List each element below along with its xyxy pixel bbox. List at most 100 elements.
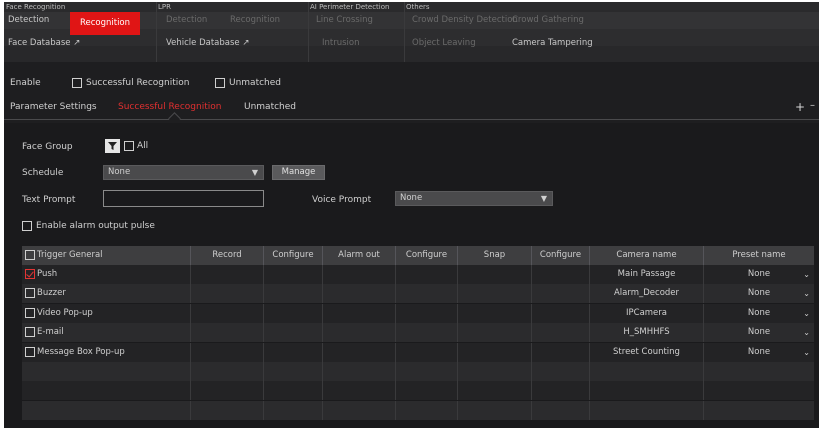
preset-name-cell[interactable]: None ⌄ <box>704 304 814 323</box>
menu-line-crossing[interactable]: Line Crossing <box>312 12 377 29</box>
menu-crowd-density[interactable]: Crowd Density Detection <box>408 12 522 29</box>
alarm-pulse-checkbox[interactable] <box>22 221 32 231</box>
trigger-checkbox[interactable] <box>25 327 35 338</box>
table-row-empty <box>22 400 814 420</box>
configure-cell <box>532 303 590 323</box>
header-alarm-out: Alarm out <box>323 246 396 265</box>
alarm-out-cell <box>323 265 396 284</box>
configure-cell <box>532 381 590 401</box>
all-checkbox[interactable] <box>124 141 134 151</box>
configure-cell <box>264 323 323 343</box>
tab-parameter-settings[interactable]: Parameter Settings <box>10 102 97 112</box>
camera-name-cell: Main Passage <box>590 265 704 284</box>
trigger-cell: Video Pop-up <box>22 303 191 323</box>
record-cell <box>191 323 264 343</box>
trigger-checkbox[interactable] <box>25 269 35 279</box>
preset-name-cell[interactable]: None ⌄ <box>704 284 814 303</box>
trigger-checkbox[interactable] <box>25 307 35 318</box>
all-label: All <box>137 141 149 151</box>
schedule-select[interactable]: None ▼ <box>103 165 264 180</box>
menu-vehicle-database[interactable]: Vehicle Database ↗ <box>162 35 254 52</box>
table-row: Buzzer Alarm_Decoder None ⌄ <box>22 284 814 304</box>
menu-object-leaving[interactable]: Object Leaving <box>408 35 480 52</box>
trigger-cell <box>22 400 191 420</box>
preset-name-cell[interactable]: None ⌄ <box>704 343 814 362</box>
record-cell <box>191 362 264 381</box>
menu-camera-tampering[interactable]: Camera Tampering <box>508 35 597 52</box>
camera-name-cell: IPCamera <box>590 303 704 323</box>
trigger-label: Buzzer <box>37 288 66 299</box>
preset-value: None <box>747 327 771 338</box>
trigger-checkbox[interactable] <box>25 288 35 299</box>
preset-name-cell[interactable]: None ⌄ <box>704 265 814 284</box>
table-row-empty <box>22 381 814 401</box>
menu-lpr-detection[interactable]: Detection <box>162 12 211 29</box>
menu-group-others: Others <box>404 2 819 62</box>
voice-prompt-select[interactable]: None ▼ <box>395 191 553 206</box>
external-link-icon: ↗ <box>73 38 81 48</box>
menu-crowd-gathering[interactable]: Crowd Gathering <box>508 12 588 29</box>
configure-cell <box>264 400 323 420</box>
preset-name-cell <box>704 362 814 381</box>
alarm-out-cell <box>323 381 396 401</box>
unmatched-checkbox[interactable] <box>215 78 225 88</box>
menu-intrusion[interactable]: Intrusion <box>318 35 364 52</box>
select-all-checkbox[interactable] <box>25 250 35 260</box>
header-trigger-general-label: Trigger General <box>37 250 103 260</box>
trigger-table: Trigger General Record Configure Alarm o… <box>22 246 814 426</box>
external-link-icon: ↗ <box>242 38 250 48</box>
snap-cell <box>458 362 532 381</box>
unmatched-label: Unmatched <box>229 78 282 88</box>
preset-value: None <box>747 307 771 318</box>
camera-name-cell: Alarm_Decoder <box>590 284 704 304</box>
successful-recognition-label: Successful Recognition <box>86 78 190 88</box>
tab-successful-recognition[interactable]: Successful Recognition <box>118 102 221 112</box>
voice-prompt-value: None <box>400 193 423 203</box>
configure-cell <box>264 303 323 323</box>
menu-group-title: AI Perimeter Detection <box>310 3 390 11</box>
menu-lpr-recognition[interactable]: Recognition <box>226 12 284 29</box>
chevron-down-icon: ⌄ <box>803 308 810 318</box>
menu-face-database-label: Face Database <box>8 38 71 48</box>
minimize-icon[interactable]: – <box>810 100 815 111</box>
camera-name-cell <box>590 362 704 381</box>
snap-cell <box>458 400 532 420</box>
snap-cell <box>458 342 532 362</box>
manage-button[interactable]: Manage <box>272 165 325 180</box>
successful-recognition-checkbox[interactable] <box>72 78 82 88</box>
configure-cell <box>532 362 590 381</box>
table-row-empty <box>22 362 814 381</box>
menu-vehicle-database-label: Vehicle Database <box>166 38 240 48</box>
record-cell <box>191 303 264 323</box>
chevron-down-icon: ⌄ <box>803 289 810 299</box>
table-row: E-mail H_SMHHFS None ⌄ <box>22 323 814 343</box>
trigger-label: E-mail <box>37 327 64 338</box>
enable-label: Enable <box>10 78 41 88</box>
menu-group-title: LPR <box>158 3 171 11</box>
trigger-cell: Message Box Pop-up <box>22 342 191 362</box>
snap-cell <box>458 323 532 343</box>
menu-group-perimeter: AI Perimeter Detection <box>308 2 405 62</box>
chevron-down-icon: ⌄ <box>803 347 810 357</box>
configure-cell <box>532 342 590 362</box>
trigger-cell: Push <box>22 265 191 284</box>
filter-icon[interactable] <box>105 139 120 153</box>
configure-cell <box>264 381 323 401</box>
header-record: Record <box>191 246 264 265</box>
camera-name-cell: H_SMHHFS <box>590 323 704 343</box>
add-icon[interactable]: + <box>795 100 805 114</box>
menu-group-lpr: LPR <box>156 2 309 62</box>
menu-face-recognition[interactable]: Recognition <box>70 12 140 35</box>
trigger-cell: E-mail <box>22 323 191 343</box>
trigger-checkbox[interactable] <box>25 346 35 357</box>
menu-face-detection[interactable]: Detection <box>4 12 53 29</box>
configure-cell <box>396 323 458 343</box>
menu-face-database[interactable]: Face Database ↗ <box>4 35 84 52</box>
trigger-cell: Buzzer <box>22 284 191 304</box>
preset-name-cell[interactable]: None ⌄ <box>704 323 814 342</box>
text-prompt-input[interactable] <box>103 190 264 207</box>
trigger-label: Push <box>37 269 58 279</box>
record-cell <box>191 400 264 420</box>
chevron-down-icon: ⌄ <box>803 328 810 338</box>
tab-unmatched[interactable]: Unmatched <box>244 102 296 112</box>
